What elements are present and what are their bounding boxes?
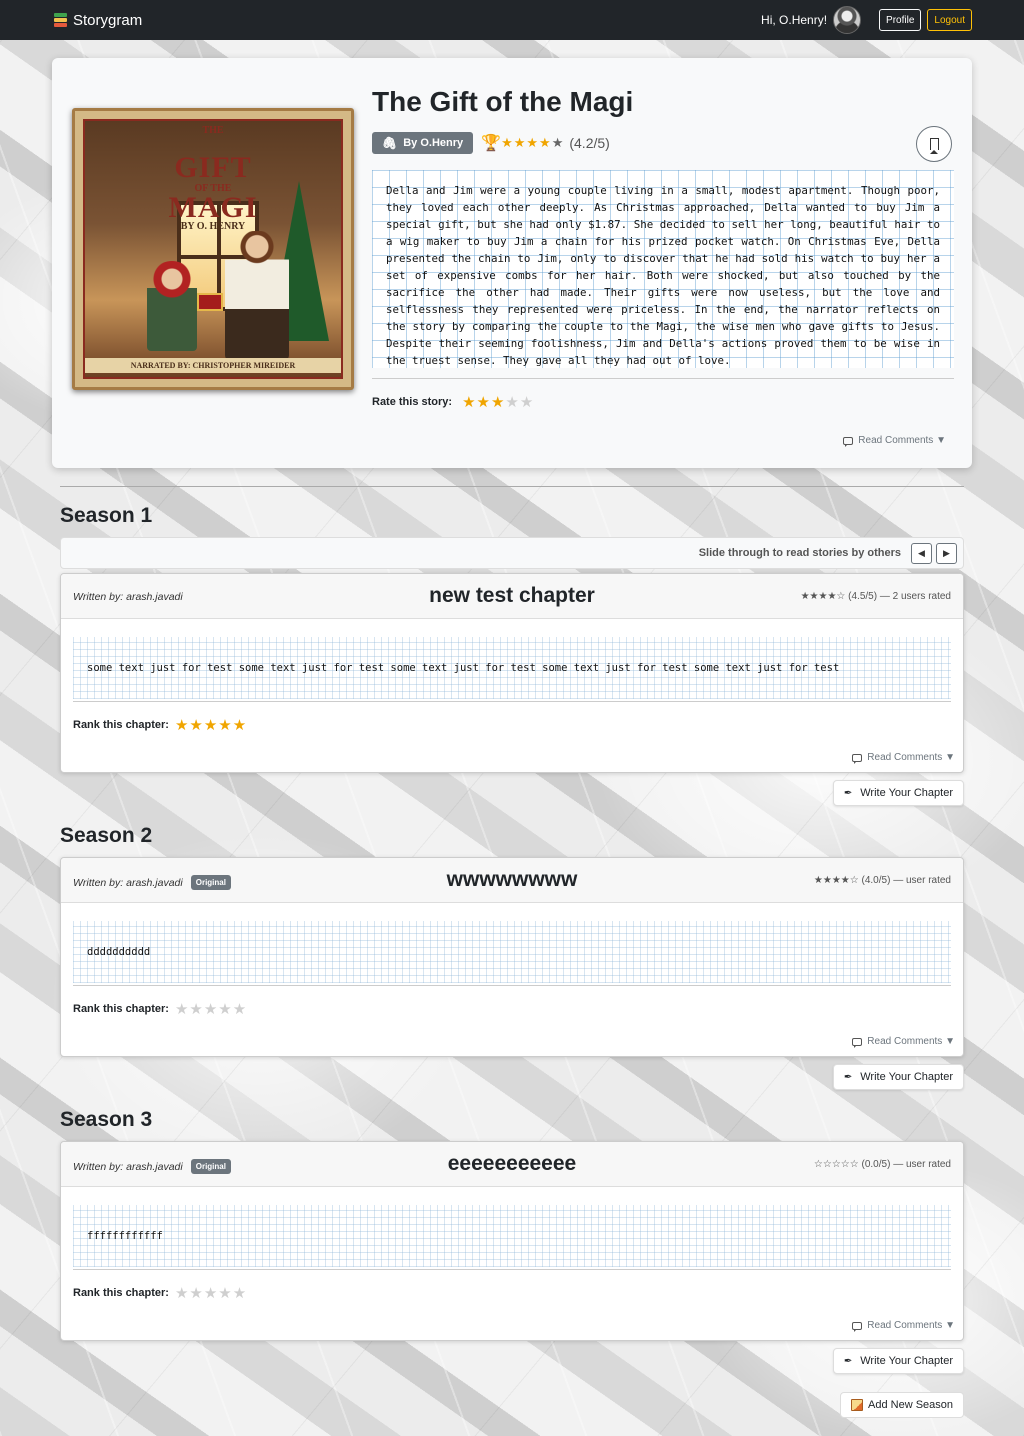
- chapter-card: Written by: arash.javadi Original eeeeee…: [60, 1141, 964, 1341]
- chapter-header: Written by: arash.javadi Original eeeeee…: [61, 1142, 963, 1187]
- greeting: Hi, O.Henry!: [761, 13, 828, 27]
- rate-label: Rate this story:: [372, 396, 453, 408]
- season-title: Season 3: [60, 1108, 153, 1131]
- chapter-read-comments[interactable]: Read Comments ▼: [852, 1036, 955, 1048]
- author-badge[interactable]: 🖇 By O.Henry: [372, 132, 474, 154]
- write-chapter-button[interactable]: ✒ Write Your Chapter: [832, 1348, 964, 1374]
- author-badge-label: By O.Henry: [403, 137, 464, 149]
- story-read-comments[interactable]: Read Comments ▼: [843, 435, 946, 447]
- story-cover-image: THE GIFT OF THE MAGI BY O. HENRY NARRATE…: [72, 108, 354, 390]
- story-rating-text: (4.2/5): [569, 135, 610, 151]
- story-rating-stars: ★★★★★: [501, 135, 565, 150]
- chapter-body: dddddddddd: [73, 921, 951, 983]
- write-chapter-button[interactable]: ✒ Write Your Chapter: [832, 1064, 964, 1090]
- comment-icon: [852, 753, 863, 764]
- rate-story: Rate this story: ★★★★★: [372, 393, 534, 411]
- rank-chapter: Rank this chapter: ★★★★★: [73, 716, 248, 734]
- story-title: The Gift of the Magi: [372, 86, 634, 117]
- pen-icon: ✒: [843, 787, 853, 799]
- books-icon: [54, 13, 67, 27]
- divider: [73, 701, 951, 702]
- chapter-read-comments[interactable]: Read Comments ▼: [852, 1320, 955, 1332]
- nav-user-area: Hi, O.Henry! Profile Logout: [761, 6, 972, 34]
- rank-chapter-stars[interactable]: ★★★★★: [175, 716, 247, 734]
- chapter-rating: ☆☆☆☆☆ (0.0/5) — user rated: [813, 1159, 951, 1170]
- rank-chapter-stars[interactable]: ★★★★★: [175, 1000, 247, 1018]
- rank-chapter: Rank this chapter: ★★★★★: [73, 1000, 248, 1018]
- prev-arrow-button[interactable]: ◀: [911, 542, 932, 564]
- divider: [73, 1269, 951, 1270]
- story-summary: Della and Jim were a young couple living…: [372, 170, 954, 368]
- story-card: THE GIFT OF THE MAGI BY O. HENRY NARRATE…: [52, 58, 972, 468]
- season-title: Season 2: [60, 824, 153, 847]
- chapter-card: Written by: arash.javadi new test chapte…: [60, 573, 964, 773]
- logout-button[interactable]: Logout: [927, 9, 972, 31]
- bookmark-icon: [929, 138, 939, 154]
- slider-text: Slide through to read stories by others: [698, 547, 901, 559]
- rank-chapter-stars[interactable]: ★★★★★: [175, 1284, 247, 1302]
- avatar[interactable]: [833, 6, 862, 34]
- chapter-card: Written by: arash.javadi Original wwwwww…: [60, 857, 964, 1057]
- rate-story-stars[interactable]: ★★★★★: [462, 393, 534, 411]
- comment-icon: [843, 436, 854, 447]
- navbar: Storygram Hi, O.Henry! Profile Logout: [0, 0, 1024, 40]
- write-chapter-button[interactable]: ✒ Write Your Chapter: [832, 780, 964, 806]
- pen-icon: ✒: [843, 1355, 853, 1367]
- edit-page-icon: [851, 1399, 863, 1411]
- chapter-rating: ★★★★☆ (4.0/5) — user rated: [813, 875, 951, 886]
- profile-button[interactable]: Profile: [879, 9, 922, 31]
- chapter-header: Written by: arash.javadi new test chapte…: [61, 574, 963, 619]
- divider: [73, 985, 951, 986]
- chapter-read-comments[interactable]: Read Comments ▼: [852, 752, 955, 764]
- chapter-body: some text just for test some text just f…: [73, 637, 951, 699]
- comment-icon: [852, 1037, 863, 1048]
- chapter-header: Written by: arash.javadi Original wwwwww…: [61, 858, 963, 903]
- divider: [372, 378, 954, 379]
- rank-chapter: Rank this chapter: ★★★★★: [73, 1284, 248, 1302]
- bookmark-button[interactable]: [916, 126, 952, 162]
- pen-icon: ✒: [843, 1071, 853, 1083]
- brand-name: Storygram: [73, 11, 143, 29]
- trophy-icon: 🏆: [481, 135, 502, 152]
- next-arrow-button[interactable]: ▶: [936, 542, 957, 564]
- chapter-body: ffffffffffff: [73, 1205, 951, 1267]
- season-title: Season 1: [60, 504, 153, 527]
- brand[interactable]: Storygram: [54, 12, 142, 29]
- paperclip-icon: 🖇: [382, 136, 398, 150]
- section-divider: [60, 486, 964, 487]
- add-season-button[interactable]: Add New Season: [840, 1392, 964, 1418]
- chapter-slider: Slide through to read stories by others …: [60, 537, 964, 569]
- story-meta: 🖇 By O.Henry 🏆 ★★★★★ (4.2/5): [372, 132, 610, 154]
- comment-icon: [852, 1321, 863, 1332]
- chapter-rating: ★★★★☆ (4.5/5) — 2 users rated: [800, 591, 951, 602]
